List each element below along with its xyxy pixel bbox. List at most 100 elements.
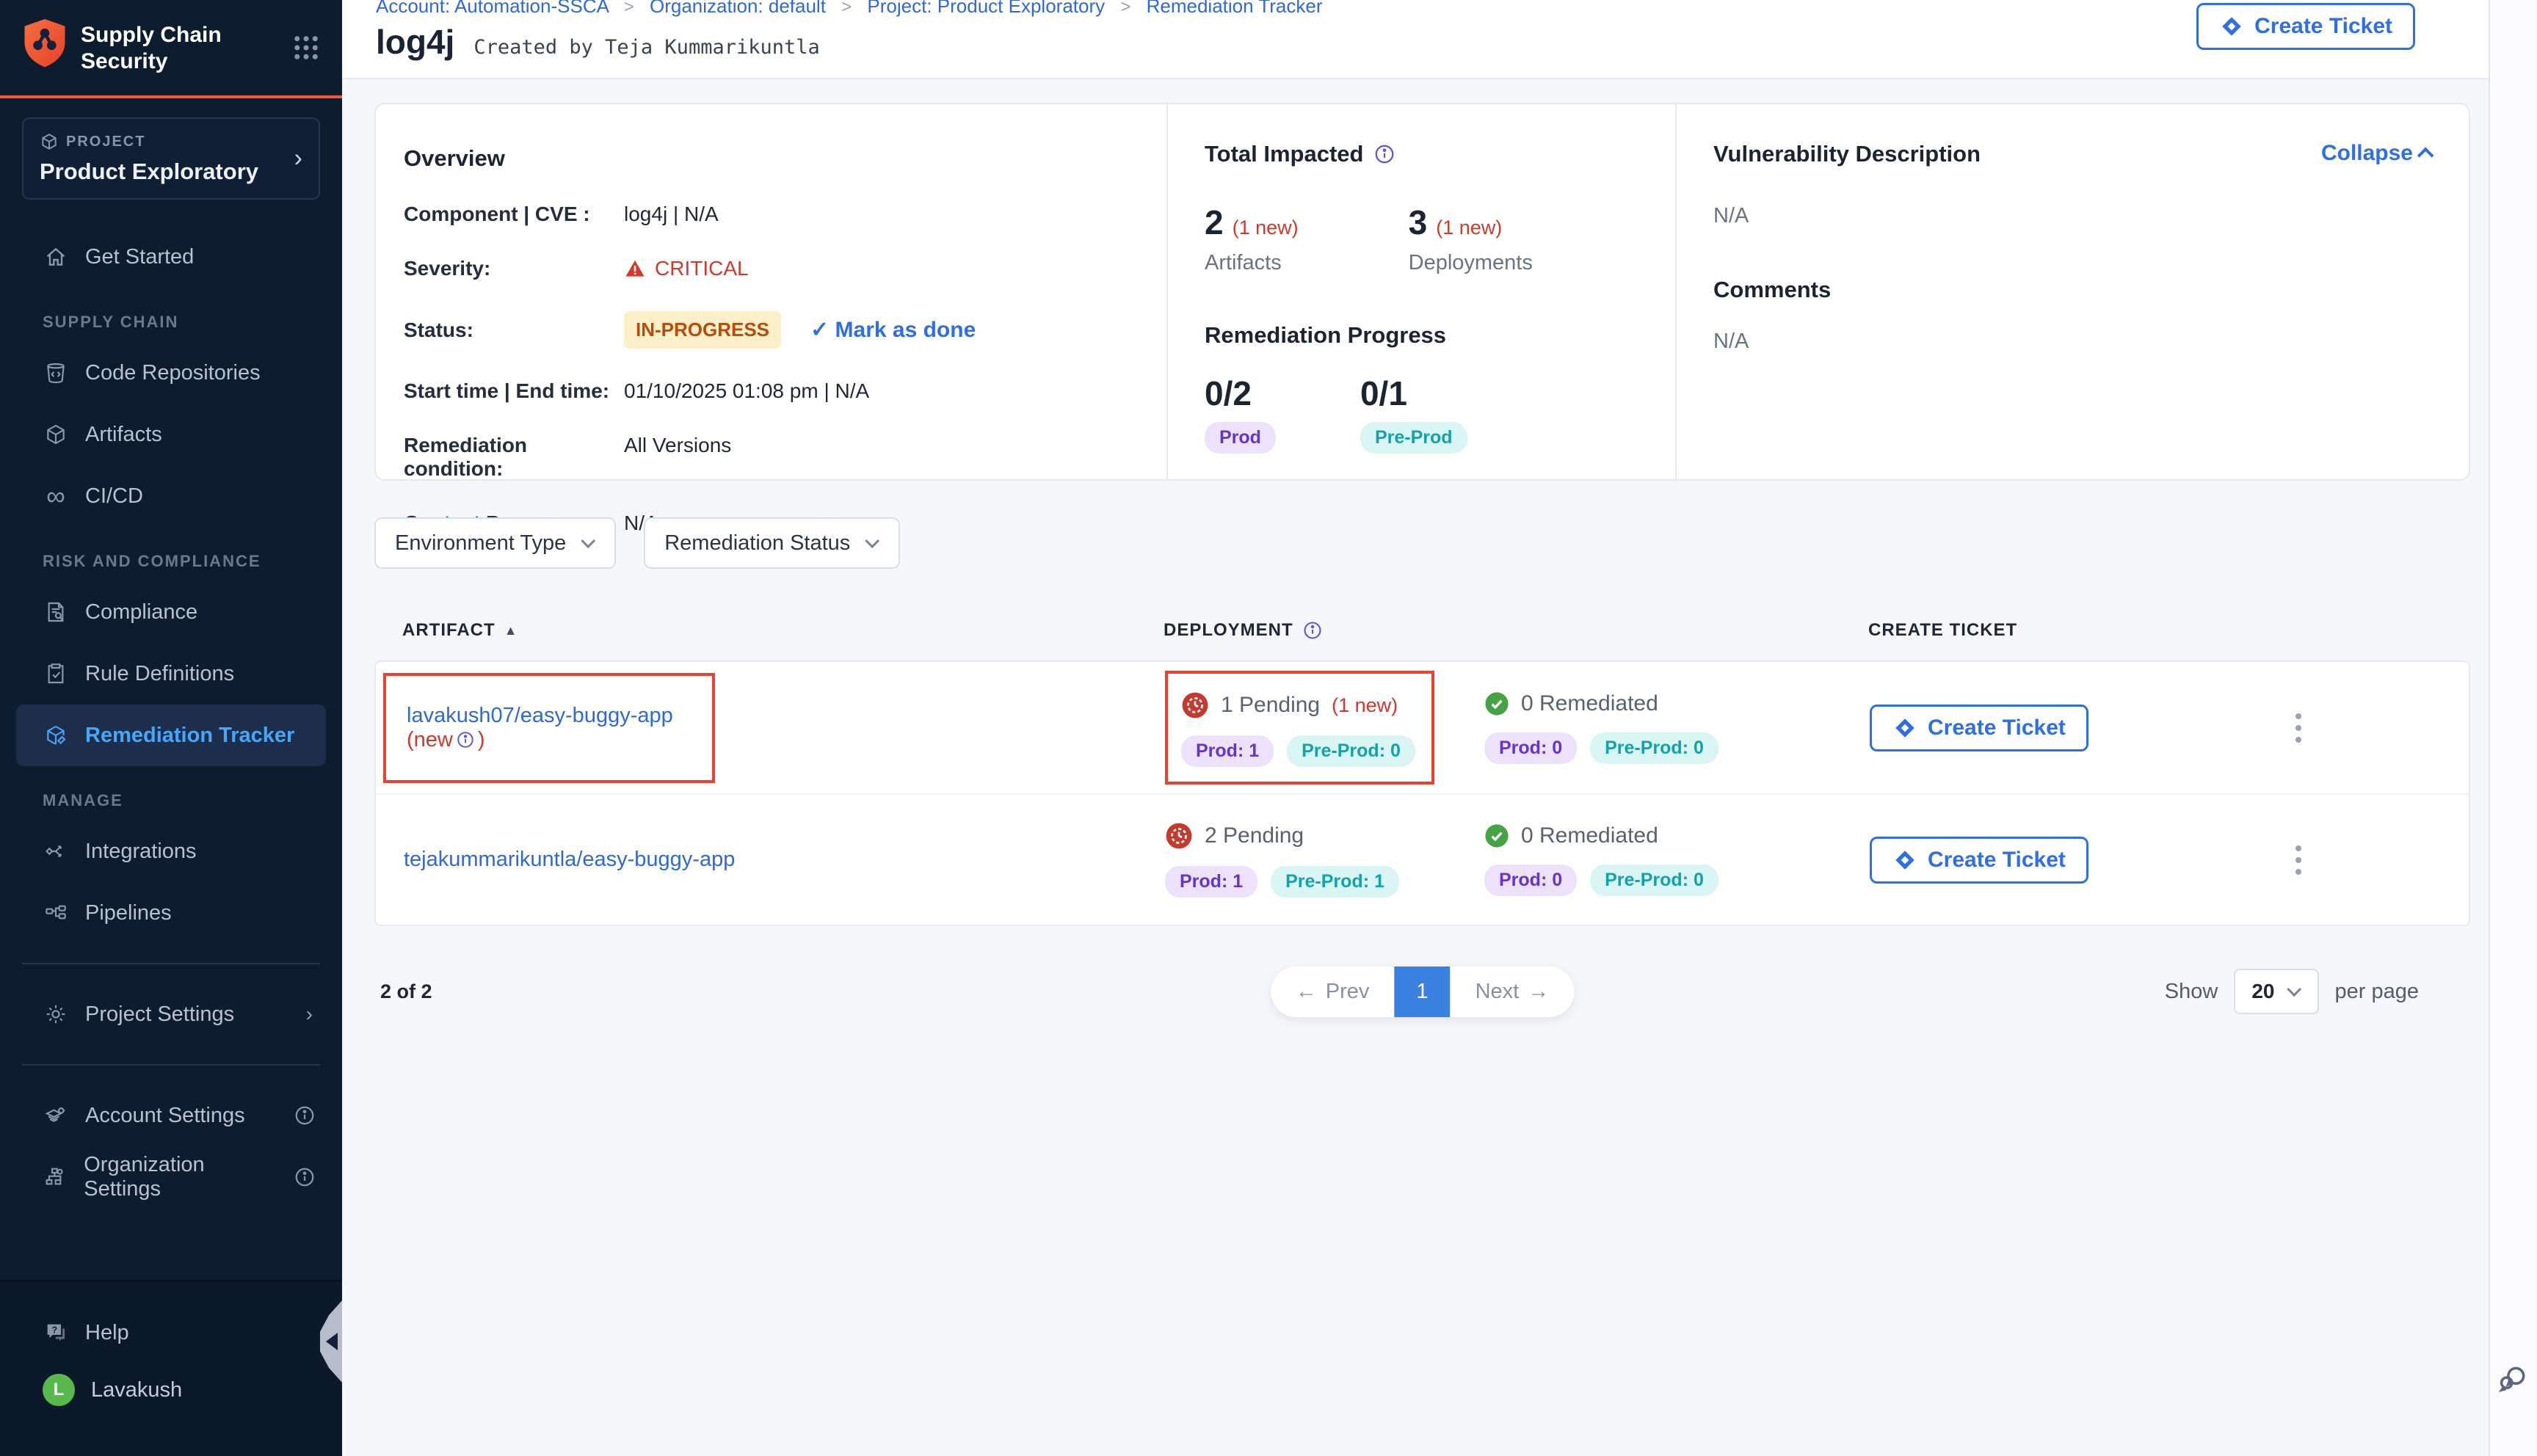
sidebar-footer: ? Help L Lavakush bbox=[0, 1280, 342, 1456]
sidebar-item-artifacts[interactable]: Artifacts bbox=[0, 404, 342, 465]
project-selector[interactable]: PROJECT Product Exploratory › bbox=[22, 117, 320, 200]
box-icon bbox=[43, 423, 69, 446]
per-page-select[interactable]: 20 bbox=[2234, 969, 2318, 1014]
pending-count: 2 Pending bbox=[1205, 823, 1304, 848]
app-grid-icon[interactable] bbox=[291, 32, 322, 63]
breadcrumb-organization[interactable]: Organization: default bbox=[650, 0, 826, 17]
column-header-artifact[interactable]: ARTIFACT▲ bbox=[374, 620, 1164, 641]
sidebar-header: Supply ChainSecurity bbox=[0, 0, 342, 98]
prod-pill: Prod bbox=[1205, 422, 1276, 454]
breadcrumb-separator: > bbox=[1120, 0, 1130, 17]
remediation-cube-icon bbox=[43, 724, 69, 747]
artifacts-new-count: (1 new) bbox=[1233, 216, 1299, 239]
support-chat-icon[interactable] bbox=[2494, 1361, 2531, 1397]
info-icon[interactable] bbox=[294, 1104, 316, 1126]
deployments-stat-label: Deployments bbox=[1409, 251, 1533, 275]
help-button[interactable]: ? Help bbox=[0, 1307, 342, 1358]
chevron-down-icon bbox=[865, 534, 880, 548]
per-page-control: Show 20 per page bbox=[2165, 969, 2419, 1014]
breadcrumb-separator: > bbox=[624, 0, 634, 17]
artifacts-stat-label: Artifacts bbox=[1205, 251, 1299, 275]
remediated-check-icon bbox=[1484, 823, 1509, 848]
sidebar-item-rule-definitions[interactable]: Rule Definitions bbox=[0, 643, 342, 705]
pagination-bar: 2 of 2 ←Prev 1 Next→ Show 20 per page bbox=[374, 969, 2470, 1014]
time-label: Start time | End time: bbox=[404, 379, 624, 403]
sidebar-item-integrations[interactable]: Integrations bbox=[0, 820, 342, 882]
breadcrumb-remediation-tracker[interactable]: Remediation Tracker bbox=[1147, 0, 1323, 17]
collapse-link[interactable]: Collapse bbox=[2321, 141, 2433, 166]
column-header-create-ticket: CREATE TICKET bbox=[1868, 620, 2177, 641]
arrow-right-icon: → bbox=[1528, 980, 1549, 1004]
prod-count-pill: Prod: 1 bbox=[1181, 735, 1274, 767]
sidebar-item-cicd[interactable]: ∞ CI/CD bbox=[0, 465, 342, 527]
artifact-link[interactable]: lavakush07/easy-buggy-app bbox=[407, 704, 673, 727]
divider bbox=[22, 963, 320, 964]
preprod-count-pill: Pre-Prod: 0 bbox=[1590, 864, 1718, 896]
breadcrumb: Account: Automation-SSCA > Organization:… bbox=[376, 0, 1323, 18]
annotation-box-artifact: lavakush07/easy-buggy-app (new ) bbox=[383, 673, 715, 783]
next-page-button[interactable]: Next→ bbox=[1451, 967, 1575, 1017]
chevron-left-icon bbox=[326, 1333, 338, 1350]
vulnerability-description-section: Vulnerability Description Collapse N/A C… bbox=[1675, 104, 2469, 479]
breadcrumb-account[interactable]: Account: Automation-SSCA bbox=[376, 0, 609, 17]
info-icon[interactable] bbox=[294, 1166, 316, 1188]
pipelines-icon bbox=[43, 901, 69, 925]
row-menu-kebab-icon[interactable] bbox=[2295, 845, 2469, 875]
diamond-icon bbox=[1892, 848, 1917, 873]
document-search-icon bbox=[43, 600, 69, 624]
remediation-progress-heading: Remediation Progress bbox=[1205, 322, 1675, 349]
filter-bar: Environment Type Remediation Status bbox=[374, 517, 900, 569]
impacted-artifacts-stat: 2 (1 new) Artifacts bbox=[1205, 203, 1299, 275]
remediation-status-filter[interactable]: Remediation Status bbox=[644, 517, 900, 569]
artifact-link[interactable]: tejakummarikuntla/easy-buggy-app bbox=[404, 848, 735, 871]
environment-type-filter[interactable]: Environment Type bbox=[374, 517, 616, 569]
org-chart-gear-icon bbox=[43, 1165, 68, 1189]
home-icon bbox=[43, 245, 69, 269]
condition-label: Remediation condition: bbox=[404, 434, 624, 481]
impacted-deployments-stat: 3 (1 new) Deployments bbox=[1409, 203, 1533, 275]
preprod-count-pill: Pre-Prod: 0 bbox=[1590, 732, 1718, 764]
overview-section: Overview Component | CVE : log4j | N/A S… bbox=[376, 104, 1166, 479]
sidebar-item-project-settings[interactable]: Project Settings › bbox=[0, 983, 342, 1045]
chevron-right-icon: › bbox=[294, 145, 302, 173]
preprod-count-pill: Pre-Prod: 1 bbox=[1271, 866, 1399, 898]
create-ticket-button-header[interactable]: Create Ticket bbox=[2196, 3, 2415, 50]
vulnerability-description-value: N/A bbox=[1713, 204, 2436, 228]
avatar: L bbox=[43, 1374, 75, 1406]
info-icon[interactable] bbox=[1373, 143, 1395, 165]
mark-as-done-link[interactable]: ✓ Mark as done bbox=[810, 317, 976, 343]
severity-value: CRITICAL bbox=[624, 257, 749, 280]
user-menu[interactable]: L Lavakush bbox=[0, 1358, 342, 1422]
page-subtitle: Created by Teja Kummarikuntla bbox=[473, 36, 819, 59]
result-count: 2 of 2 bbox=[380, 980, 432, 1003]
sidebar-item-pipelines[interactable]: Pipelines bbox=[0, 882, 342, 944]
comments-value: N/A bbox=[1713, 330, 2436, 354]
gear-icon bbox=[43, 1002, 69, 1026]
right-rail bbox=[2489, 0, 2537, 1456]
app-title: Supply ChainSecurity bbox=[81, 22, 291, 75]
overview-card: Overview Component | CVE : log4j | N/A S… bbox=[374, 103, 2470, 481]
breadcrumb-separator: > bbox=[841, 0, 852, 17]
show-label: Show bbox=[2165, 980, 2218, 1004]
create-ticket-button-row[interactable]: Create Ticket bbox=[1870, 705, 2088, 751]
sidebar-item-code-repositories[interactable]: Code Repositories bbox=[0, 342, 342, 404]
pending-icon bbox=[1165, 822, 1193, 850]
component-cve-value: log4j | N/A bbox=[624, 203, 719, 226]
prev-page-button[interactable]: ←Prev bbox=[1271, 967, 1395, 1017]
sidebar-item-get-started[interactable]: Get Started bbox=[0, 226, 342, 288]
info-icon[interactable] bbox=[1302, 620, 1323, 641]
warning-triangle-icon bbox=[624, 258, 646, 280]
info-icon[interactable] bbox=[456, 730, 475, 749]
sort-asc-icon: ▲ bbox=[504, 623, 518, 638]
page-1-button[interactable]: 1 bbox=[1394, 967, 1450, 1017]
row-menu-kebab-icon[interactable] bbox=[2295, 713, 2469, 743]
preprod-count-pill: Pre-Prod: 0 bbox=[1287, 735, 1415, 767]
sidebar-item-account-settings[interactable]: Account Settings bbox=[0, 1085, 342, 1146]
sidebar-item-remediation-tracker[interactable]: Remediation Tracker bbox=[16, 705, 326, 766]
sidebar-item-organization-settings[interactable]: Organization Settings bbox=[0, 1146, 342, 1208]
create-ticket-button-row[interactable]: Create Ticket bbox=[1870, 837, 2088, 884]
sidebar-item-compliance[interactable]: Compliance bbox=[0, 581, 342, 643]
breadcrumb-project[interactable]: Project: Product Exploratory bbox=[867, 0, 1105, 17]
section-risk-and-compliance: RISK AND COMPLIANCE bbox=[0, 527, 342, 581]
cube-icon bbox=[40, 132, 59, 151]
